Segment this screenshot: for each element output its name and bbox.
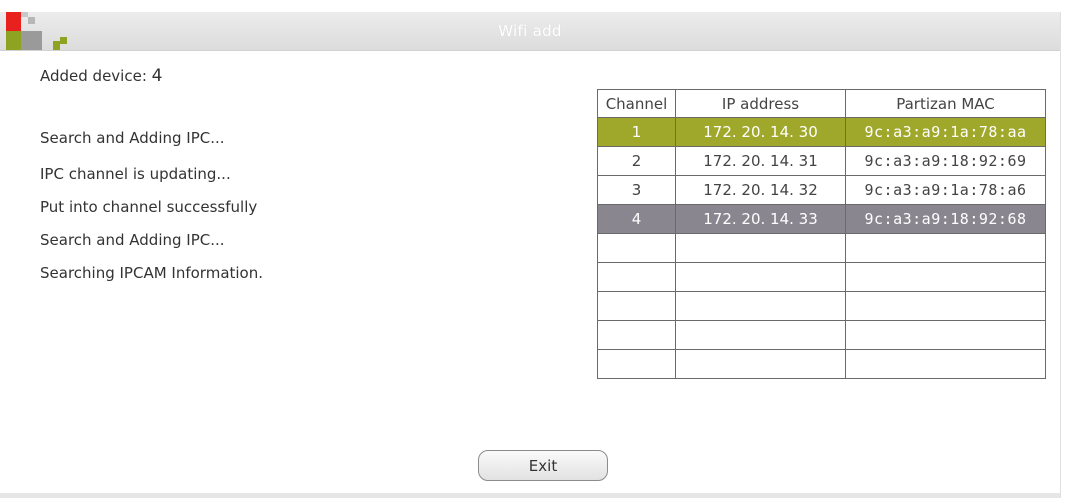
ip-cell: 172. 20. 14. 30 [675,117,846,147]
window-title: Wifi add [498,22,562,40]
progress-log: Search and Adding IPC... IPC channel is … [40,126,263,290]
column-header-ip: IP address [675,89,846,118]
log-line: Search and Adding IPC... [40,129,225,147]
empty-table-row [597,349,1046,379]
log-line: Searching IPCAM Information. [40,264,264,282]
empty-table-row [597,262,1046,292]
channel-cell: 4 [597,204,676,234]
table-header-row: Channel IP address Partizan MAC [597,89,1046,118]
window-bottom-edge [0,493,1060,498]
channel-cell: 3 [597,175,676,205]
column-header-mac: Partizan MAC [845,89,1046,118]
log-line: Put into channel successfully [40,198,258,216]
log-line: Search and Adding IPC... [40,231,225,249]
column-header-channel: Channel [597,89,676,118]
ip-cell: 172. 20. 14. 31 [675,146,846,176]
mac-cell: 9c:a3:a9:1a:78:a6 [845,175,1046,205]
empty-table-row [597,320,1046,350]
added-device-label: Added device: [40,67,152,85]
table-row[interactable]: 4 172. 20. 14. 33 9c:a3:a9:18:92:68 [597,204,1046,234]
table-row[interactable]: 2 172. 20. 14. 31 9c:a3:a9:18:92:69 [597,146,1046,176]
added-device-status: Added device: 4 [40,66,162,86]
channel-cell: 1 [597,117,676,147]
device-table: Channel IP address Partizan MAC 1 172. 2… [597,89,1046,379]
mac-cell: 9c:a3:a9:1a:78:aa [845,117,1046,147]
log-line: IPC channel is updating... [40,165,231,183]
empty-table-row [597,233,1046,263]
ip-cell: 172. 20. 14. 33 [675,204,846,234]
mac-cell: 9c:a3:a9:18:92:68 [845,204,1046,234]
table-row[interactable]: 3 172. 20. 14. 32 9c:a3:a9:1a:78:a6 [597,175,1046,205]
title-bar: Wifi add [0,12,1060,51]
exit-button[interactable]: Exit [478,450,608,481]
empty-table-row [597,291,1046,321]
window-border [1060,12,1061,498]
added-device-count: 4 [151,66,163,86]
table-row[interactable]: 1 172. 20. 14. 30 9c:a3:a9:1a:78:aa [597,117,1046,147]
channel-cell: 2 [597,146,676,176]
ip-cell: 172. 20. 14. 32 [675,175,846,205]
mac-cell: 9c:a3:a9:18:92:69 [845,146,1046,176]
